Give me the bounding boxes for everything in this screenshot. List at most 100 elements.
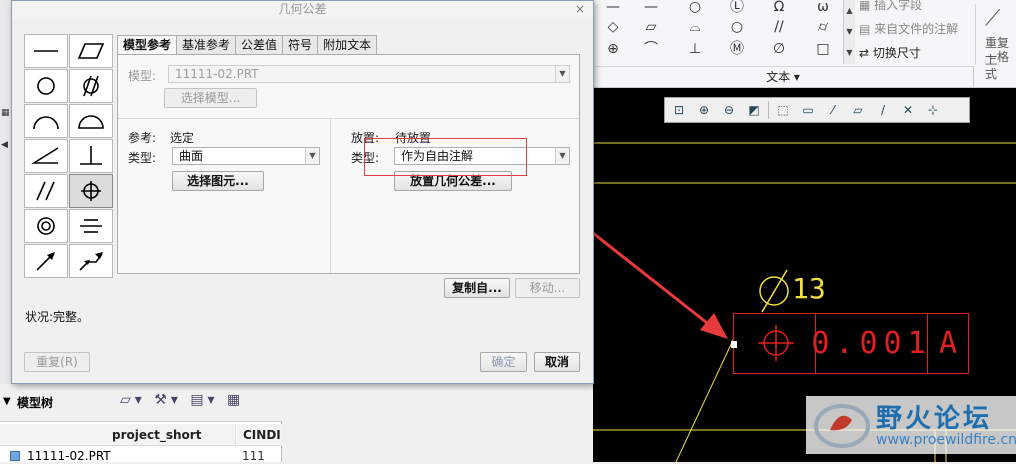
dock-grid-icon[interactable]: ▦	[1, 108, 10, 118]
highlight-box	[364, 138, 527, 176]
tree-collapse-icon[interactable]: ▼	[3, 396, 11, 407]
dock-collapse-icon[interactable]: ◀	[1, 140, 8, 150]
insert-field-button[interactable]: ▦ 插入字段	[859, 0, 922, 13]
tab-model-reference[interactable]: 模型参考	[117, 35, 178, 55]
profile-line-icon	[33, 116, 59, 130]
repeat-format-icon[interactable]: ⟋	[985, 6, 1000, 31]
dropdown-icon[interactable]: ▾	[135, 392, 146, 408]
column-header-project-short[interactable]: project_short	[0, 424, 236, 446]
parallelism-button[interactable]	[24, 174, 68, 208]
fcf-datum-cell: A	[938, 326, 958, 361]
tab-symbol[interactable]: 符号	[283, 35, 319, 55]
chevron-down-icon: ▼	[555, 66, 569, 82]
position-symbol-icon[interactable]: ⊕	[597, 38, 629, 60]
fcf-drag-handle[interactable]	[731, 341, 737, 348]
toggle-dimension-icon: ⇄	[859, 46, 870, 60]
reference-label: 参考:	[128, 131, 157, 145]
reference-type-label: 类型:	[128, 151, 157, 165]
cancel-button[interactable]: 取消	[534, 352, 580, 372]
cylindricity-icon	[83, 75, 99, 97]
csys-display-icon[interactable]: ⊹	[922, 100, 944, 120]
scroll-down-icon[interactable]: ▼	[844, 21, 855, 42]
filter-icon[interactable]: ▦	[227, 392, 244, 408]
circularity-icon	[37, 77, 55, 95]
flatness-button[interactable]	[69, 34, 113, 68]
tab-datum-reference[interactable]: 基准参考	[177, 35, 237, 55]
circular-runout-button[interactable]	[24, 244, 68, 278]
concentricity-icon	[37, 217, 55, 235]
zoom-in-icon[interactable]: ⊕	[693, 100, 715, 120]
note-from-file-label: 来自文件的注解	[874, 22, 959, 36]
model-tree-panel: ▼ 模型树 ▱▾ ⚒▾ ▤▾ ▦ project_short CINDI 111…	[0, 384, 282, 463]
tolerance-type-palette	[24, 34, 113, 278]
parallelogram-symbol-icon[interactable]: ▱	[635, 16, 667, 38]
half-circle-symbol-icon[interactable]: ⌓	[679, 16, 711, 38]
eraser-icon[interactable]: ▱	[120, 392, 135, 408]
angularity-button[interactable]	[24, 139, 68, 173]
diameter-dimension: 13	[760, 272, 826, 305]
symmetry-icon	[80, 219, 102, 233]
view-cube-icon[interactable]: ⬚	[772, 100, 794, 120]
model-select-value: 11111-02.PRT	[175, 67, 259, 81]
datum-axis-display-icon[interactable]: ⁄	[822, 100, 844, 120]
profile-surface-icon	[78, 115, 104, 129]
refit-icon[interactable]: ⊡	[668, 100, 690, 120]
palette-scrollbar[interactable]: ▲ ▼ ▼	[843, 0, 855, 64]
tab-tolerance-value[interactable]: 公差值	[236, 35, 284, 55]
concentricity-button[interactable]	[24, 209, 68, 243]
arc-symbol-icon[interactable]: ⌒	[635, 38, 667, 60]
geometric-tolerance-dialog: 几何公差 × 模型参考 基准参考 公差值 符号 附加文本 模型: 11111-0…	[11, 0, 594, 384]
ok-button[interactable]: 确定	[480, 352, 527, 372]
datum-point-icon[interactable]: ✕	[897, 100, 919, 120]
toggle-dimension-button[interactable]: ⇄ 切换尺寸	[859, 44, 921, 61]
watermark: 野火论坛 www.proewildfire.cn	[806, 396, 1016, 454]
cylindricity-button[interactable]	[69, 69, 113, 103]
column-header-cindi[interactable]: CINDI	[237, 424, 282, 446]
saved-views-icon[interactable]: ▭	[797, 100, 819, 120]
perpendicularity-button[interactable]	[69, 139, 113, 173]
watermark-logo-icon	[814, 404, 870, 448]
symbol-palette: — — ○ Ⓛ Ω ω ◇ ▱ ⌓ ○ // ⌭ ⊕ ⌒ ⊥ Ⓜ ∅ □ ▲ ▼…	[593, 0, 855, 66]
scroll-more-icon[interactable]: ▼	[844, 42, 855, 63]
panel-divider	[118, 118, 579, 119]
arrows-symbol-icon[interactable]: ◇	[597, 16, 629, 38]
circle-symbol-icon[interactable]: ○	[721, 16, 753, 38]
profile-surface-button[interactable]	[69, 104, 113, 138]
select-entity-button[interactable]: 选择图元...	[172, 171, 264, 191]
copy-from-button[interactable]: 复制自...	[444, 278, 510, 298]
repeat-format-label-2[interactable]: 一格式	[985, 48, 1016, 82]
parallel-symbol-icon[interactable]: //	[763, 16, 795, 38]
symmetry-button[interactable]	[69, 209, 113, 243]
dropdown-icon[interactable]: ▾	[208, 392, 219, 408]
total-runout-icon	[79, 252, 103, 271]
settings-icon[interactable]: ▤	[190, 392, 207, 408]
note-from-file-button[interactable]: ▤ 来自文件的注解	[859, 20, 958, 37]
cylindricity-symbol-icon[interactable]: ⌭	[807, 16, 839, 38]
reference-type-select[interactable]: 曲面 ▼	[172, 147, 320, 165]
m-circle-symbol-icon[interactable]: Ⓜ	[721, 38, 753, 60]
straightness-button[interactable]	[24, 34, 68, 68]
datum-plane-display-icon[interactable]: ▱	[847, 100, 869, 120]
datum-axis-icon[interactable]: /	[872, 100, 894, 120]
ribbon: — — ○ Ⓛ Ω ω ◇ ▱ ⌓ ○ // ⌭ ⊕ ⌒ ⊥ Ⓜ ∅ □ ▲ ▼…	[593, 0, 1016, 88]
dropdown-icon[interactable]: ▾	[171, 392, 182, 408]
square-symbol-icon[interactable]: □	[807, 38, 839, 60]
close-icon[interactable]: ×	[575, 2, 585, 16]
circularity-button[interactable]	[24, 69, 68, 103]
position-button[interactable]	[69, 174, 113, 208]
scroll-up-icon[interactable]: ▲	[844, 0, 855, 21]
diameter-symbol-icon[interactable]: ∅	[763, 38, 795, 60]
zoom-out-icon[interactable]: ⊖	[718, 100, 740, 120]
tools-icon[interactable]: ⚒	[154, 392, 171, 408]
perpendicular-symbol-icon[interactable]: ⊥	[679, 38, 711, 60]
text-group-label[interactable]: 文本 ▾	[593, 66, 973, 88]
model-tree-tools[interactable]: ▱▾ ⚒▾ ▤▾ ▦	[120, 392, 244, 408]
repaint-icon[interactable]: ◩	[743, 100, 765, 120]
profile-line-button[interactable]	[24, 104, 68, 138]
chevron-down-icon[interactable]: ▼	[555, 148, 569, 164]
chevron-down-icon[interactable]: ▼	[305, 148, 319, 164]
tab-additional-text[interactable]: 附加文本	[318, 35, 378, 55]
panel-column-divider	[330, 119, 331, 273]
feature-control-frame[interactable]: 0.001 A	[733, 313, 969, 374]
total-runout-button[interactable]	[69, 244, 113, 278]
